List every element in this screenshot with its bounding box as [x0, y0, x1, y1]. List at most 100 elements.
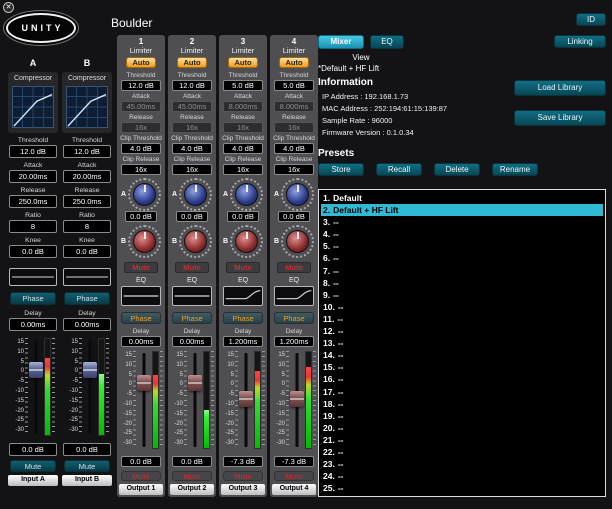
delay-value-field[interactable]: 0.00ms: [9, 318, 57, 331]
param-value-field[interactable]: 5.0 dB: [274, 80, 314, 91]
param-value-field[interactable]: 16x: [172, 122, 212, 133]
preset-row[interactable]: 16. --: [321, 373, 603, 385]
param-value-field[interactable]: 12.0 dB: [9, 145, 57, 158]
preset-row[interactable]: 7. --: [321, 265, 603, 277]
phase-button[interactable]: Phase: [172, 312, 212, 324]
preset-row[interactable]: 25. --: [321, 482, 603, 494]
phase-button[interactable]: Phase: [223, 312, 263, 324]
phase-button[interactable]: Phase: [64, 292, 110, 305]
param-value-field[interactable]: 250.0ms: [63, 195, 111, 208]
eq-graph[interactable]: [9, 268, 57, 286]
compressor-panel[interactable]: Compressor: [8, 72, 58, 133]
auto-button[interactable]: Auto: [279, 57, 309, 68]
input-fader[interactable]: [83, 338, 97, 436]
param-value-field[interactable]: 250.0ms: [9, 195, 57, 208]
param-value-field[interactable]: 8.000ms: [274, 101, 314, 112]
param-value-field[interactable]: 8: [63, 220, 111, 233]
knob-b-dial[interactable]: [133, 230, 156, 253]
tab-mixer[interactable]: Mixer: [318, 35, 364, 49]
fader-gain-value[interactable]: 0.0 dB: [9, 443, 57, 456]
limiter-gain-value[interactable]: 0.0 dB: [176, 211, 208, 222]
tab-eq[interactable]: EQ: [370, 35, 404, 49]
param-value-field[interactable]: 4.0 dB: [172, 143, 212, 154]
knob-b-dial[interactable]: [235, 230, 258, 253]
input-fader[interactable]: [29, 338, 43, 436]
knob-b-dial[interactable]: [286, 230, 309, 253]
fader-handle[interactable]: [83, 362, 97, 378]
phase-button[interactable]: Phase: [121, 312, 161, 324]
preset-row[interactable]: 19. --: [321, 410, 603, 422]
mute-button[interactable]: Mute: [64, 460, 110, 472]
channel-name-label[interactable]: Input B: [62, 475, 112, 486]
load-library-button[interactable]: Load Library: [514, 80, 606, 96]
auto-button[interactable]: Auto: [177, 57, 207, 68]
knob-a-dial[interactable]: [286, 183, 309, 206]
knob-b-dial[interactable]: [184, 230, 207, 253]
output-fader[interactable]: [239, 351, 253, 449]
linking-button[interactable]: Linking: [554, 35, 606, 48]
param-value-field[interactable]: 16x: [274, 164, 314, 175]
fader-gain-value[interactable]: -7.3 dB: [274, 456, 314, 467]
output-fader[interactable]: [137, 351, 151, 449]
param-value-field[interactable]: 4.0 dB: [274, 143, 314, 154]
param-value-field[interactable]: 16x: [121, 122, 161, 133]
preset-row[interactable]: 4. --: [321, 228, 603, 240]
fader-gain-value[interactable]: 0.0 dB: [63, 443, 111, 456]
eq-graph[interactable]: [274, 286, 314, 306]
preset-row[interactable]: 23. --: [321, 458, 603, 470]
mute-button[interactable]: Mute: [121, 471, 161, 481]
output-fader[interactable]: [290, 351, 304, 449]
delay-value-field[interactable]: 0.00ms: [63, 318, 111, 331]
limiter-knob-a[interactable]: [281, 178, 314, 211]
mute-button[interactable]: Mute: [172, 471, 212, 481]
knob-a-dial[interactable]: [133, 183, 156, 206]
fader-handle[interactable]: [188, 375, 202, 391]
param-value-field[interactable]: 8: [9, 220, 57, 233]
id-button[interactable]: ID: [576, 13, 606, 26]
preset-row[interactable]: 1. Default: [321, 192, 603, 204]
param-value-field[interactable]: 20.00ms: [9, 170, 57, 183]
mute-button[interactable]: Mute: [223, 471, 263, 481]
param-value-field[interactable]: 12.0 dB: [121, 80, 161, 91]
preset-row[interactable]: 21. --: [321, 434, 603, 446]
preset-row[interactable]: 10. --: [321, 301, 603, 313]
output-fader[interactable]: [188, 351, 202, 449]
limiter-knob-b[interactable]: [128, 225, 161, 258]
preset-row[interactable]: 18. --: [321, 398, 603, 410]
eq-graph[interactable]: [223, 286, 263, 306]
preset-row[interactable]: 8. --: [321, 277, 603, 289]
limiter-mute-indicator[interactable]: Mute: [277, 262, 311, 273]
fader-gain-value[interactable]: 0.0 dB: [121, 456, 161, 467]
param-value-field[interactable]: 16x: [223, 122, 263, 133]
fader-handle[interactable]: [29, 362, 43, 378]
delay-value-field[interactable]: 1.200ms: [223, 336, 263, 347]
param-value-field[interactable]: 16x: [172, 164, 212, 175]
preset-action-button[interactable]: Rename: [492, 163, 538, 176]
param-value-field[interactable]: 45.00ms: [172, 101, 212, 112]
preset-row[interactable]: 24. --: [321, 470, 603, 482]
param-value-field[interactable]: 12.0 dB: [172, 80, 212, 91]
limiter-gain-value[interactable]: 0.0 dB: [125, 211, 157, 222]
limiter-knob-b[interactable]: [230, 225, 263, 258]
phase-button[interactable]: Phase: [10, 292, 56, 305]
knob-a-dial[interactable]: [235, 183, 258, 206]
preset-row[interactable]: 5. --: [321, 240, 603, 252]
preset-row[interactable]: 22. --: [321, 446, 603, 458]
limiter-mute-indicator[interactable]: Mute: [226, 262, 260, 273]
preset-row[interactable]: 15. --: [321, 361, 603, 373]
preset-row[interactable]: 11. --: [321, 313, 603, 325]
auto-button[interactable]: Auto: [126, 57, 156, 68]
param-value-field[interactable]: 16x: [223, 164, 263, 175]
preset-row[interactable]: 3. --: [321, 216, 603, 228]
preset-row[interactable]: 12. --: [321, 325, 603, 337]
limiter-knob-a[interactable]: [179, 178, 212, 211]
channel-name-label[interactable]: Output 4: [272, 484, 316, 495]
channel-name-label[interactable]: Output 3: [221, 484, 265, 495]
fader-handle[interactable]: [239, 391, 253, 407]
preset-row[interactable]: 17. --: [321, 386, 603, 398]
param-value-field[interactable]: 0.0 dB: [63, 245, 111, 258]
preset-row[interactable]: 6. --: [321, 252, 603, 264]
param-value-field[interactable]: 4.0 dB: [223, 143, 263, 154]
param-value-field[interactable]: 8.000ms: [223, 101, 263, 112]
close-icon[interactable]: ✕: [3, 2, 14, 13]
